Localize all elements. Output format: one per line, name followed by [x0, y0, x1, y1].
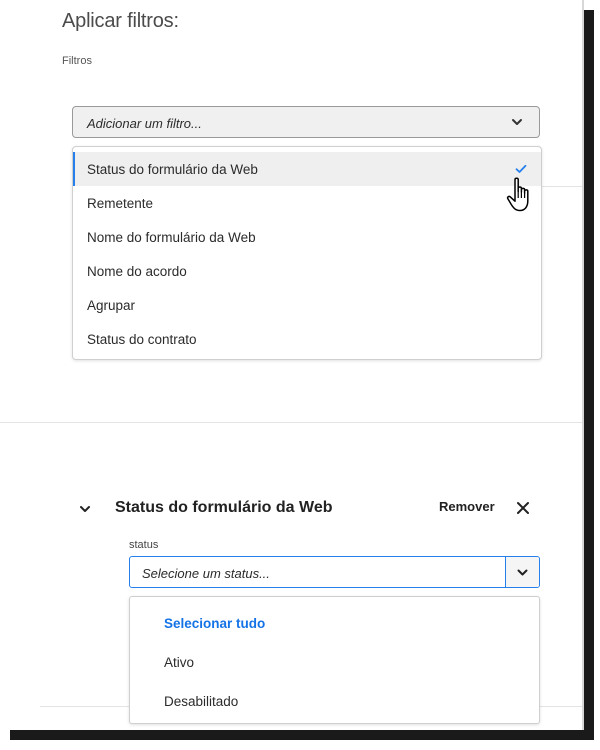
- checkmark-icon: [515, 164, 527, 173]
- filter-option-label: Remetente: [87, 196, 154, 211]
- filter-option-label: Status do contrato: [87, 332, 197, 347]
- filter-option-label: Agrupar: [87, 298, 136, 313]
- filter-panel: Aplicar filtros: Filtros Adicionar um fi…: [0, 0, 584, 730]
- filter-option-remetente[interactable]: Remetente: [73, 186, 541, 220]
- filter-menu: Status do formulário da Web Remetente No…: [72, 146, 542, 360]
- filter-option-nome-acordo[interactable]: Nome do acordo: [73, 254, 541, 288]
- status-select[interactable]: Selecione um status...: [129, 556, 540, 588]
- remove-button[interactable]: Remover: [439, 499, 495, 514]
- chevron-down-icon: [512, 119, 522, 125]
- filter-option-status-contrato[interactable]: Status do contrato: [73, 322, 541, 356]
- status-field-label: status: [129, 539, 159, 551]
- add-filter-dropdown[interactable]: Adicionar um filtro...: [72, 106, 540, 138]
- filter-option-label: Nome do acordo: [87, 264, 187, 279]
- page-title: Aplicar filtros:: [62, 10, 179, 32]
- collapse-chevron-icon[interactable]: [78, 502, 92, 516]
- hand-cursor-icon: [506, 177, 529, 212]
- status-option-ativo[interactable]: Ativo: [164, 655, 194, 670]
- filter-option-label: Nome do formulário da Web: [87, 230, 256, 245]
- status-option-desabilitado[interactable]: Desabilitado: [164, 694, 238, 709]
- filter-option-label: Status do formulário da Web: [87, 162, 258, 177]
- filter-option-status-formulario[interactable]: Status do formulário da Web: [73, 152, 541, 186]
- status-options-menu: Selecionar tudo Ativo Desabilitado: [129, 596, 540, 724]
- filters-label: Filtros: [62, 55, 92, 67]
- close-icon[interactable]: [515, 500, 531, 516]
- active-filter-title: Status do formulário da Web: [115, 499, 333, 516]
- select-all-option[interactable]: Selecionar tudo: [164, 616, 265, 631]
- filter-option-nome-formulario[interactable]: Nome do formulário da Web: [73, 220, 541, 254]
- status-select-placeholder: Selecione um status...: [142, 566, 270, 581]
- status-dropdown-button[interactable]: [505, 557, 539, 587]
- divider: [542, 186, 582, 187]
- chevron-down-icon: [517, 569, 528, 576]
- filter-option-agrupar[interactable]: Agrupar: [73, 288, 541, 322]
- add-filter-placeholder: Adicionar um filtro...: [87, 116, 202, 131]
- section-divider: [0, 422, 582, 423]
